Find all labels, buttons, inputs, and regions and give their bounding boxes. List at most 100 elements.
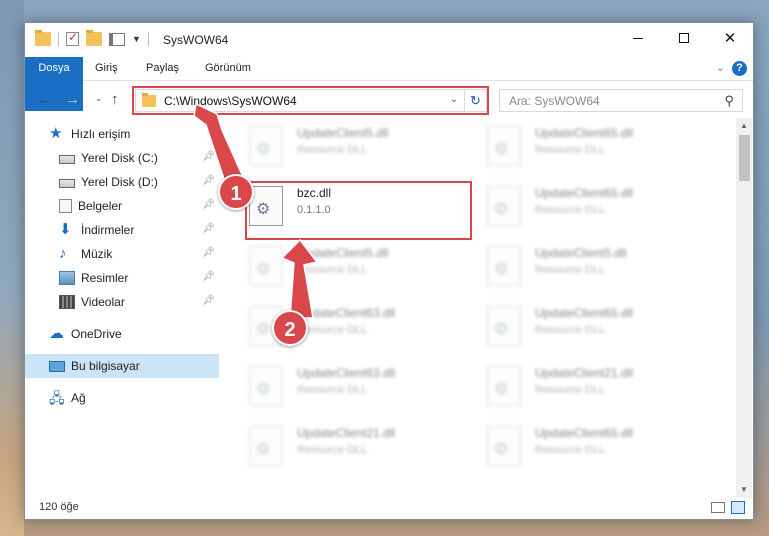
up-arrow-icon[interactable]: ↑ — [111, 91, 119, 108]
nav-label: Ağ — [71, 391, 86, 405]
customize-toolbar-icon[interactable]: ▼ — [132, 34, 141, 44]
chevron-down-icon[interactable]: ⌄ — [450, 94, 458, 105]
music-note-icon: ♪ — [59, 245, 67, 262]
file-item[interactable]: UpdateClient65.dll Resource DLL — [487, 180, 707, 234]
maximize-button[interactable] — [661, 23, 707, 53]
file-item[interactable]: UpdateClient5.dll Resource DLL — [249, 120, 469, 174]
scroll-thumb[interactable] — [739, 135, 750, 181]
dll-file-icon — [249, 366, 283, 406]
nav-item-music[interactable]: ♪ Müzik 📌︎ — [25, 242, 219, 266]
help-icon[interactable]: ? — [732, 61, 747, 76]
file-item[interactable]: UpdateClient63.dll Resource DLL — [249, 360, 469, 414]
toolbar-divider — [58, 32, 59, 46]
chevron-down-icon[interactable]: ⌄ — [716, 61, 725, 74]
tab-view[interactable]: Görünüm — [205, 57, 251, 80]
navigation-pane: ★ Hızlı erişim Yerel Disk (C:) 📌︎ Yerel … — [25, 118, 219, 498]
properties-icon[interactable] — [109, 32, 125, 46]
download-icon: ⬇ — [59, 221, 72, 238]
file-item[interactable]: UpdateClient5.dll Resource DLL — [487, 240, 707, 294]
cloud-icon: ☁ — [49, 325, 64, 342]
dll-file-icon — [487, 186, 521, 226]
forward-arrow-icon[interactable]: → — [65, 91, 80, 108]
minimize-icon — [633, 37, 643, 39]
file-item[interactable]: UpdateClient21.dll Resource DLL — [249, 420, 469, 474]
nav-item-documents[interactable]: Belgeler 📌︎ — [25, 194, 219, 218]
properties-check-icon[interactable] — [66, 30, 79, 46]
nav-label: Belgeler — [78, 199, 123, 213]
nav-item-videos[interactable]: Videolar 📌︎ — [25, 290, 219, 314]
refresh-icon[interactable]: ↻ — [464, 90, 486, 111]
item-count: 120 öğe — [39, 501, 79, 513]
file-description: Resource DLL — [535, 384, 606, 396]
back-arrow-icon[interactable]: ← — [37, 91, 52, 108]
pin-icon: 📌︎ — [202, 175, 215, 186]
file-item[interactable]: UpdateClient65.dll Resource DLL — [487, 420, 707, 474]
file-version: 0.1.1.0 — [297, 204, 331, 216]
tiles-view-icon[interactable] — [731, 501, 745, 514]
vertical-scrollbar[interactable]: ▲ ▼ — [736, 118, 752, 498]
file-item-bzc[interactable]: bzc.dll 0.1.1.0 — [249, 180, 469, 234]
folder-icon — [142, 92, 156, 107]
nav-item-disk-c[interactable]: Yerel Disk (C:) 📌︎ — [25, 146, 219, 170]
nav-label: Yerel Disk (D:) — [81, 175, 158, 189]
documents-icon — [59, 199, 72, 213]
search-input[interactable]: Ara: SysWOW64 ⚲ — [499, 89, 743, 112]
maximize-icon — [679, 33, 689, 43]
recent-locations-icon[interactable]: ⌄ — [95, 93, 103, 104]
dll-file-icon — [249, 126, 283, 166]
file-name: UpdateClient65.dll — [535, 186, 634, 200]
window-controls: ✕ — [615, 23, 753, 53]
pin-icon: 📌︎ — [202, 223, 215, 234]
scroll-up-icon[interactable]: ▲ — [736, 118, 752, 134]
file-name: UpdateClient5.dll — [297, 126, 389, 140]
file-list: UpdateClient5.dll Resource DLL bzc.dll 0… — [221, 118, 737, 498]
pin-icon: 📌︎ — [202, 295, 215, 306]
nav-label: OneDrive — [71, 327, 122, 341]
file-item[interactable]: UpdateClient65.dll Resource DLL — [487, 120, 707, 174]
file-name: UpdateClient21.dll — [535, 366, 634, 380]
toolbar-divider — [147, 32, 149, 46]
details-view-icon[interactable] — [711, 502, 725, 513]
file-item[interactable]: UpdateClient65.dll Resource DLL — [487, 300, 707, 354]
star-icon: ★ — [49, 125, 63, 142]
file-name: UpdateClient65.dll — [535, 126, 634, 140]
dll-file-icon — [249, 246, 283, 286]
dll-file-icon — [249, 426, 283, 466]
search-icon[interactable]: ⚲ — [724, 93, 734, 109]
file-item[interactable]: UpdateClient21.dll Resource DLL — [487, 360, 707, 414]
nav-label: Yerel Disk (C:) — [81, 151, 158, 165]
new-folder-icon[interactable] — [86, 30, 102, 46]
explorer-window: ▼ SysWOW64 ✕ Dosya Giriş Paylaş Görünüm … — [24, 22, 754, 520]
address-bar[interactable]: C:\Windows\SysWOW64 ⌄ ↻ — [135, 89, 487, 112]
pin-icon: 📌︎ — [202, 271, 215, 282]
window-title: SysWOW64 — [163, 33, 229, 47]
computer-icon — [49, 360, 65, 372]
nav-item-disk-d[interactable]: Yerel Disk (D:) 📌︎ — [25, 170, 219, 194]
callout-badge-2: 2 — [272, 310, 308, 346]
dll-file-icon — [487, 366, 521, 406]
file-item[interactable]: UpdateClient5.dll Resource DLL — [249, 240, 469, 294]
nav-item-downloads[interactable]: ⬇ İndirmeler 📌︎ — [25, 218, 219, 242]
pin-icon: 📌︎ — [202, 199, 215, 210]
file-name: UpdateClient21.dll — [297, 426, 396, 440]
nav-item-network[interactable]: 🖧︎ Ağ — [25, 386, 219, 410]
nav-item-quick-access[interactable]: ★ Hızlı erişim — [25, 122, 219, 146]
dll-file-icon — [487, 306, 521, 346]
nav-item-onedrive[interactable]: ☁ OneDrive — [25, 322, 219, 346]
file-description: Resource DLL — [297, 144, 368, 156]
ribbon-tabs: Dosya Giriş Paylaş Görünüm ⌄ ? — [25, 57, 753, 111]
tab-share[interactable]: Paylaş — [146, 57, 179, 80]
file-description: Resource DLL — [535, 444, 606, 456]
close-button[interactable]: ✕ — [707, 23, 753, 53]
file-description: Resource DLL — [535, 204, 606, 216]
file-name: UpdateClient65.dll — [535, 426, 634, 440]
tab-home[interactable]: Giriş — [95, 57, 118, 80]
nav-item-pictures[interactable]: Resimler 📌︎ — [25, 266, 219, 290]
scroll-down-icon[interactable]: ▼ — [736, 482, 752, 498]
nav-label: Bu bilgisayar — [71, 359, 140, 373]
minimize-button[interactable] — [615, 23, 661, 53]
nav-item-this-pc[interactable]: Bu bilgisayar — [25, 354, 219, 378]
title-bar: ▼ SysWOW64 ✕ — [25, 23, 753, 57]
address-path[interactable]: C:\Windows\SysWOW64 — [164, 94, 297, 108]
dll-file-icon — [487, 426, 521, 466]
